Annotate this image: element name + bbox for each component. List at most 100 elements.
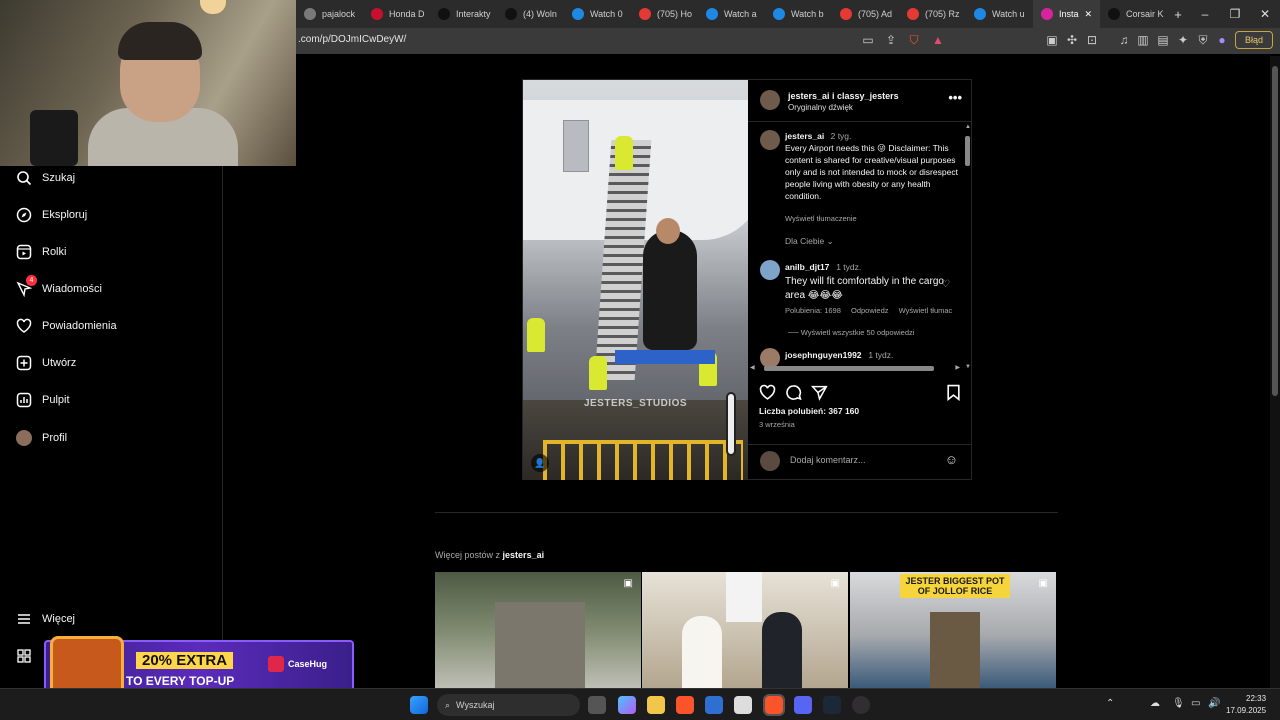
bookmark-icon[interactable] — [944, 383, 962, 401]
comment-icon[interactable] — [784, 383, 802, 401]
for-you-toggle[interactable]: Dla Ciebie ⌄ — [785, 236, 834, 247]
comment-text: They will fit comfortably in the cargo a… — [785, 276, 944, 301]
comments-h-scrollbar[interactable]: ◀ ▶ — [750, 365, 960, 372]
task-view-icon[interactable] — [588, 696, 606, 714]
reply-button[interactable]: Odpowiedz — [851, 306, 889, 315]
browser-tab[interactable]: Interakty — [430, 0, 497, 28]
tray-chevron-icon[interactable]: ⌃ — [1106, 698, 1114, 709]
sidebar-item-dashboard[interactable]: Pulpit — [16, 392, 70, 408]
like-comment-icon[interactable]: ♡ — [941, 279, 950, 290]
tab-label: (705) Ad — [858, 9, 893, 19]
browser-tab[interactable]: Corsair K — [1100, 0, 1167, 28]
browser-tab[interactable]: Insta ✕ — [1033, 0, 1100, 28]
more-posts-user[interactable]: jesters_ai — [503, 550, 545, 560]
casehug-logo-icon — [268, 656, 284, 672]
sidebar-icon[interactable]: ▥ — [1135, 32, 1151, 48]
sidebar-item-messages[interactable]: 4 Wiadomości — [16, 275, 102, 297]
sidebar-item-apps[interactable] — [16, 648, 32, 664]
browser-tab[interactable]: pajalock — [296, 0, 363, 28]
new-tab-button[interactable]: + — [1167, 0, 1189, 28]
sidebar-item-create[interactable]: Utwórz — [16, 355, 76, 371]
browser-tab[interactable]: (705) Ad — [832, 0, 899, 28]
volume-slider[interactable] — [726, 392, 736, 456]
share-icon[interactable]: ⇪ — [883, 32, 899, 48]
section-divider — [435, 512, 1058, 513]
error-button[interactable]: Błąd — [1235, 31, 1273, 49]
post-thumbnail[interactable]: JESTER BIGGEST POT OF JOLLOF RICE ▣ — [850, 572, 1056, 688]
browser-tab[interactable]: Watch 0 — [564, 0, 631, 28]
obs-icon[interactable] — [852, 696, 870, 714]
avatar[interactable] — [760, 260, 780, 280]
steam-icon[interactable] — [823, 696, 841, 714]
post-audio[interactable]: Oryginalny dźwięk — [788, 103, 853, 112]
comment-likes[interactable]: Polubienia: 1698 — [785, 306, 841, 315]
file-explorer-icon[interactable] — [647, 696, 665, 714]
translate-link[interactable]: Wyświetl tłumaczenie — [785, 214, 857, 223]
like-icon[interactable] — [758, 383, 776, 401]
store-icon[interactable] — [705, 696, 723, 714]
app-icon[interactable] — [734, 696, 752, 714]
sidebar-item-more[interactable]: Więcej — [16, 611, 75, 627]
wallet-icon[interactable]: ▤ — [1155, 32, 1171, 48]
add-comment-input[interactable]: Dodaj komentarz... — [790, 455, 866, 465]
brave-active-icon[interactable] — [763, 694, 785, 716]
brave-icon[interactable] — [676, 696, 694, 714]
taskbar-clock[interactable]: 22:33 17.09.2025 — [1226, 693, 1266, 717]
taskbar-search[interactable]: ⌕ Wyszukaj — [437, 694, 580, 716]
brave-shield-icon[interactable]: ⛉ — [906, 32, 922, 48]
browser-tab[interactable]: (705) Rz — [899, 0, 966, 28]
caption-user[interactable]: jesters_ai — [785, 131, 824, 141]
brave-rewards-icon[interactable]: ▲ — [930, 32, 946, 48]
likes-count[interactable]: Liczba polubień: 367 160 — [759, 406, 859, 416]
share-icon[interactable] — [810, 383, 828, 401]
sidebar-item-search[interactable]: Szukaj — [16, 170, 75, 186]
browser-tab[interactable]: (705) Ho — [631, 0, 698, 28]
copilot-icon[interactable] — [618, 696, 636, 714]
sidebar-item-profile[interactable]: Profil — [16, 430, 67, 446]
minimize-button[interactable]: – — [1190, 0, 1220, 28]
browser-tab[interactable]: (4) Woln — [497, 0, 564, 28]
post-thumbnail[interactable]: ▣ — [642, 572, 848, 688]
close-tab-icon[interactable]: ✕ — [1085, 9, 1093, 20]
sidebar-item-notifications[interactable]: Powiadomienia — [16, 318, 117, 334]
comment-user[interactable]: josephnguyen1992 — [785, 350, 862, 360]
post-thumbnail[interactable]: ▣ — [435, 572, 641, 688]
sidebar-item-label: Profil — [42, 432, 68, 444]
cast-icon[interactable]: ▭ — [860, 32, 876, 48]
avatar[interactable] — [760, 130, 780, 150]
volume-icon[interactable]: 🔊 — [1208, 698, 1220, 709]
wifi-icon[interactable]: ▭ — [1191, 698, 1200, 709]
leo-icon[interactable]: ✦ — [1175, 32, 1191, 48]
avatar[interactable] — [760, 348, 780, 368]
post-video[interactable]: JESTERS_STUDIOS 👤 — [523, 80, 748, 480]
sidebar-item-explore[interactable]: Eksploruj — [16, 207, 87, 223]
page-scrollbar[interactable] — [1270, 56, 1280, 688]
view-replies-button[interactable]: ── Wyświetl wszystkie 50 odpowiedzi — [788, 328, 914, 337]
url-field[interactable]: .com/p/DOJmICwDeyW/ — [298, 34, 406, 45]
emoji-icon[interactable]: ☺ — [945, 452, 958, 467]
avatar[interactable] — [760, 90, 780, 110]
translate-link[interactable]: Wyświetl tłumac — [899, 306, 953, 315]
music-icon[interactable]: ♫ — [1116, 32, 1132, 48]
maximize-button[interactable]: ❐ — [1220, 0, 1250, 28]
sidebar-item-reels[interactable]: Rolki — [16, 244, 66, 260]
mic-icon[interactable]: 🎙 — [1172, 698, 1185, 709]
profile-icon[interactable]: ● — [1214, 32, 1230, 48]
user-tag-icon[interactable]: 👤 — [531, 454, 549, 472]
more-options-icon[interactable]: ••• — [948, 90, 962, 105]
comments-scrollbar[interactable]: ▲ ▼ — [964, 124, 971, 370]
windows-start-icon[interactable] — [410, 696, 428, 714]
post-authors[interactable]: jesters_ai i classy_jesters — [788, 91, 899, 101]
comment-user[interactable]: anilb_djt17 — [785, 262, 829, 272]
network-icon[interactable]: ☁ — [1150, 698, 1160, 709]
browser-tab[interactable]: Honda D — [363, 0, 430, 28]
extension-icon[interactable]: ▣ — [1044, 32, 1060, 48]
screenshot-icon[interactable]: ⊡ — [1084, 32, 1100, 48]
browser-tab[interactable]: Watch a — [698, 0, 765, 28]
puzzle-icon[interactable]: ✣ — [1064, 32, 1080, 48]
browser-tab[interactable]: Watch u — [966, 0, 1033, 28]
browser-tab[interactable]: Watch b — [765, 0, 832, 28]
vpn-icon[interactable]: ⛨ — [1195, 32, 1211, 48]
close-window-button[interactable]: ✕ — [1250, 0, 1280, 28]
discord-icon[interactable] — [794, 696, 812, 714]
